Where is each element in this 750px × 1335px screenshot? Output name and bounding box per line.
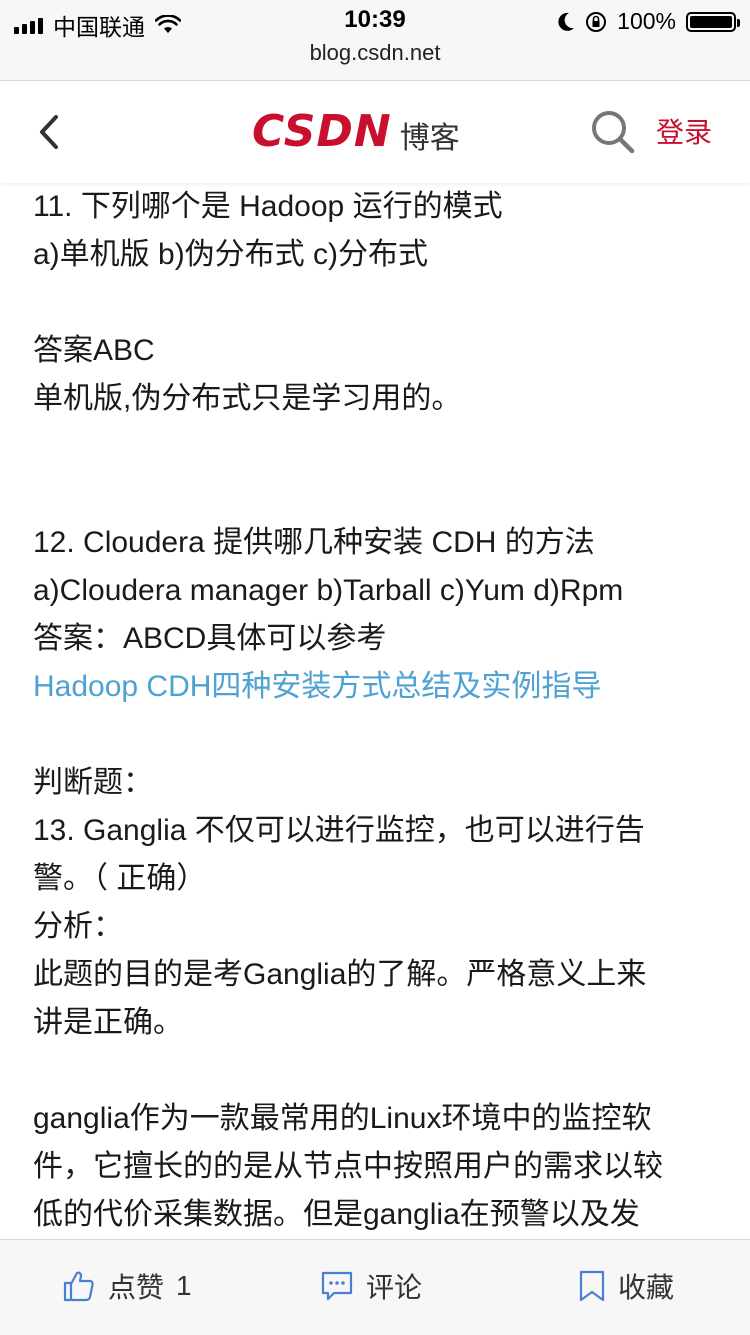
question-13-line-1: 13. Ganglia 不仅可以进行监控，也可以进行告 bbox=[33, 814, 645, 847]
cdh-install-guide-link[interactable]: Hadoop CDH四种安装方式总结及实例指导 bbox=[33, 663, 723, 711]
thumbs-up-icon bbox=[63, 1271, 94, 1302]
rotation-lock-icon bbox=[586, 11, 607, 32]
browser-top-bar: 中国联通 10:39 100% blog.csdn.net bbox=[0, 0, 750, 81]
question-11-title: 11. 下列哪个是 Hadoop 运行的模式 bbox=[33, 190, 503, 223]
question-11-note: 单机版,伪分布式只是学习用的。 bbox=[33, 382, 462, 415]
analysis-line-2: 讲是正确。 bbox=[33, 1006, 183, 1039]
csdn-logo[interactable]: CSDN 博客 bbox=[252, 105, 460, 157]
question-12-title: 12. Cloudera 提供哪几种安装 CDH 的方法 bbox=[33, 526, 595, 559]
article-body: 11. 下列哪个是 Hadoop 运行的模式 a)单机版 b)伪分布式 c)分布… bbox=[33, 183, 723, 1238]
moon-icon bbox=[558, 12, 575, 31]
battery-icon bbox=[686, 11, 740, 32]
brand-name: CSDN bbox=[252, 105, 392, 157]
comment-icon bbox=[321, 1271, 353, 1301]
bookmark-icon bbox=[579, 1270, 605, 1302]
analysis-line-1: 此题的目的是考Ganglia的了解。严格意义上来 bbox=[33, 958, 647, 991]
question-13-line-2: 警。（ 正确） bbox=[33, 862, 207, 895]
question-12-options: a)Cloudera manager b)Tarball c)Yum d)Rpm bbox=[33, 574, 624, 607]
brand-subtitle: 博客 bbox=[399, 122, 460, 155]
bottom-action-bar: 点赞 1 评论 收藏 bbox=[0, 1239, 750, 1335]
paragraph-line-3: 低的代价采集数据。但是ganglia在预警以及发 bbox=[33, 1198, 640, 1231]
paragraph-line-1: ganglia作为一款最常用的Linux环境中的监控软 bbox=[33, 1102, 652, 1135]
battery-percent: 100% bbox=[617, 8, 676, 34]
search-icon[interactable] bbox=[588, 107, 638, 157]
site-header: CSDN 博客 登录 bbox=[0, 81, 750, 183]
status-bar: 中国联通 10:39 100% bbox=[0, 0, 750, 40]
favorite-button[interactable]: 收藏 bbox=[578, 1266, 674, 1306]
paragraph-line-2: 件，它擅长的的是从节点中按照用户的需求以较 bbox=[33, 1150, 663, 1183]
url-bar[interactable]: blog.csdn.net bbox=[0, 40, 750, 66]
back-chevron-icon[interactable] bbox=[30, 109, 70, 155]
analysis-heading: 分析： bbox=[33, 910, 123, 943]
comment-button[interactable]: 评论 bbox=[320, 1266, 422, 1306]
comment-label: 评论 bbox=[366, 1272, 423, 1303]
login-link[interactable]: 登录 bbox=[656, 111, 712, 151]
like-count: 1 bbox=[176, 1270, 192, 1301]
like-label: 点赞 bbox=[108, 1272, 165, 1303]
question-12-answer: 答案：ABCD具体可以参考 bbox=[33, 622, 387, 655]
favorite-label: 收藏 bbox=[618, 1272, 675, 1303]
like-button[interactable]: 点赞 1 bbox=[62, 1266, 192, 1306]
section-true-false: 判断题： bbox=[33, 766, 153, 799]
question-11-answer: 答案ABC bbox=[33, 334, 155, 367]
question-11-options: a)单机版 b)伪分布式 c)分布式 bbox=[33, 238, 429, 271]
